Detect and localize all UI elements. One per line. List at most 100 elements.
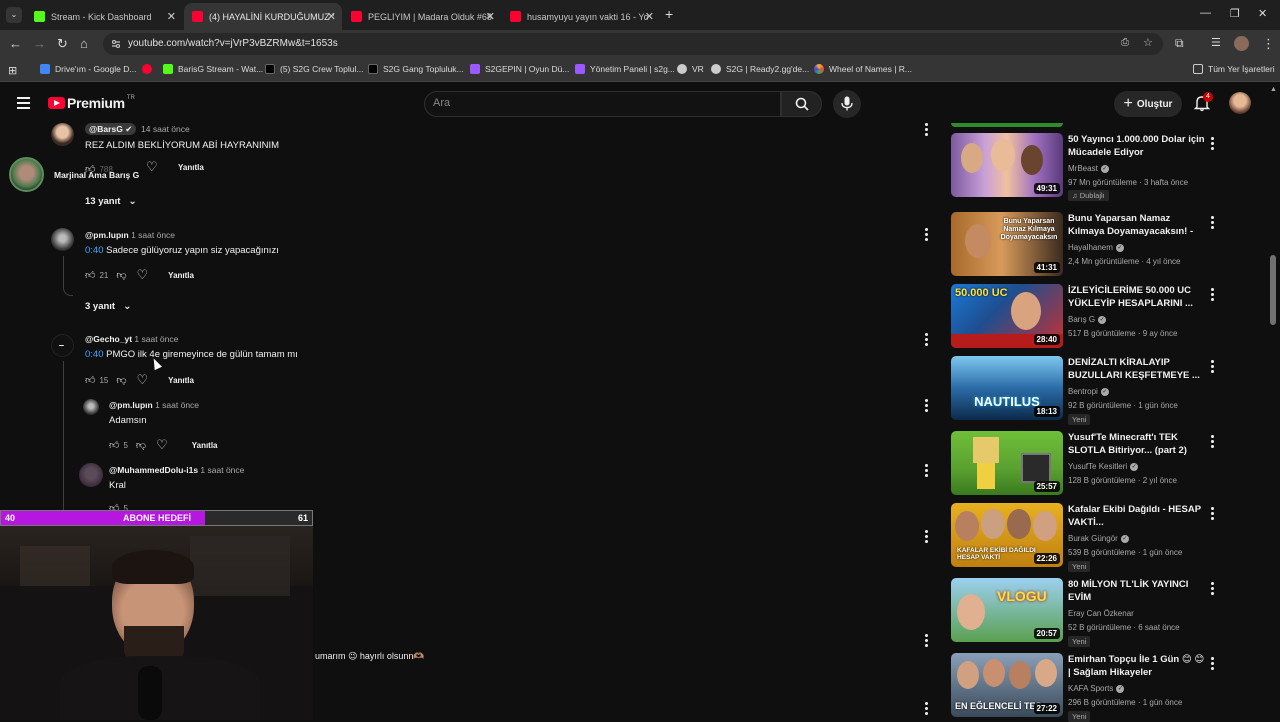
bookmark-s2g-gang[interactable]: S2G Gang Topluluk... (368, 64, 464, 74)
thumbs-up-icon[interactable]: 👍︎ (85, 269, 95, 281)
video-channel[interactable]: Barış G ✓ (1068, 315, 1107, 324)
thumbs-up-icon[interactable]: 👍︎ (85, 374, 95, 386)
heart-icon[interactable]: ♡ (137, 267, 149, 283)
reading-list-icon[interactable]: ☰ (1211, 36, 1221, 49)
comment-avatar[interactable] (83, 399, 99, 415)
related-video[interactable]: KAFALAR EKİBİ DAĞILDI HESAP VAKTİ 22:26 … (951, 503, 1251, 572)
tab-search-button[interactable]: ⌄ (6, 7, 22, 23)
search-input[interactable] (433, 97, 763, 109)
video-title[interactable]: Yusuf'Te Minecraft'ı TEK SLOTLA Bitiriyo… (1068, 432, 1208, 457)
tab-kick-dashboard[interactable]: Stream - Kick Dashboard ✕ (26, 3, 182, 30)
video-more-icon[interactable] (1211, 657, 1215, 672)
related-video[interactable]: Bunu Yaparsan Namaz Kılmaya Doyamayacaks… (951, 212, 1251, 278)
close-icon[interactable]: ✕ (327, 10, 336, 23)
bookmark-ready2gg[interactable]: S2G | Ready2.gg'de... (711, 64, 809, 74)
comment-avatar[interactable] (51, 123, 74, 146)
new-tab-button[interactable]: + (665, 6, 673, 22)
forward-icon[interactable]: → (33, 36, 46, 51)
video-thumbnail[interactable]: KAFALAR EKİBİ DAĞILDI HESAP VAKTİ 22:26 (951, 503, 1063, 567)
video-title[interactable]: 80 MİLYON TL'LİK YAYINCI EVİM (1068, 579, 1208, 604)
replies-toggle[interactable]: 3 yanıt ⌄ (85, 301, 132, 312)
tab-husamyuyu[interactable]: husamyuyu yayın vakti 16 - Yo ✕ (502, 3, 660, 30)
menu-icon[interactable] (17, 97, 30, 112)
comment-author-handle[interactable]: @pm.lupın (85, 230, 129, 240)
page-scrollbar[interactable] (1270, 255, 1276, 325)
related-video[interactable]: 50.000 UC 28:40 İZLEYİCİLERİME 50.000 UC… (951, 284, 1251, 350)
bookmark-yonetim-paneli[interactable]: Yönetim Paneli | s2g... (575, 64, 675, 74)
video-channel[interactable]: MrBeast ✓ (1068, 164, 1109, 173)
search-button[interactable] (781, 91, 822, 117)
comment-more-icon[interactable] (925, 399, 929, 414)
thumbs-up-icon[interactable]: 👍︎ (109, 439, 119, 451)
video-thumbnail[interactable]: NAUTILUS 18:13 (951, 356, 1063, 420)
comment-avatar[interactable] (51, 228, 74, 251)
comment-author-handle[interactable]: @BarsG ✔ (85, 123, 137, 135)
video-more-icon[interactable] (1211, 507, 1215, 522)
bookmark-youtube[interactable] (142, 64, 157, 74)
comment-avatar[interactable]: – (51, 334, 74, 357)
video-more-icon[interactable] (1211, 137, 1215, 152)
video-more-icon[interactable] (1211, 582, 1215, 597)
create-button[interactable]: + Oluştur (1114, 91, 1182, 117)
apps-icon[interactable]: ⊞ (8, 64, 17, 77)
comment-more-icon[interactable] (925, 702, 929, 717)
related-video[interactable]: 25:57 Yusuf'Te Minecraft'ı TEK SLOTLA Bi… (951, 431, 1251, 497)
comment-author-handle[interactable]: @MuhammedDolu-i1s (109, 465, 198, 475)
video-channel[interactable]: Bentropi ✓ (1068, 387, 1109, 396)
video-channel[interactable]: Burak Güngör ✓ (1068, 534, 1129, 543)
video-title[interactable]: DENİZALTI KİRALAYIP BUZULLARI KEŞFETMEYE… (1068, 357, 1208, 382)
comment-author-handle[interactable]: @pm.lupın (109, 400, 153, 410)
bookmark-vr[interactable]: VR (677, 64, 704, 74)
video-title[interactable]: 50 Yayıncı 1.000.000 Dolar için Mücadele… (1068, 134, 1208, 159)
account-avatar[interactable] (1229, 92, 1251, 114)
video-more-icon[interactable] (1211, 360, 1215, 375)
comment-more-icon[interactable] (925, 634, 929, 649)
site-info-icon[interactable] (111, 39, 121, 49)
youtube-premium-logo[interactable]: Premium TR (48, 95, 135, 111)
related-video[interactable]: EN EĞLENCELİ TES 27:22 Emirhan Topçu İle… (951, 653, 1251, 722)
omnibox[interactable]: youtube.com/watch?v=jVrP3vBZRMw&t=1653s … (103, 33, 1163, 55)
bookmark-star-icon[interactable]: ☆ (1143, 36, 1153, 49)
home-icon[interactable]: ⌂ (80, 36, 88, 51)
reply-button[interactable]: Yanıtla (178, 163, 204, 172)
bookmark-drive[interactable]: Drive'ım - Google D... (40, 64, 136, 74)
restore-icon[interactable]: ❐ (1230, 7, 1240, 20)
tab-youtube-active[interactable]: (4) HAYALİNİ KURDUĞUMUZ Y ✕ (184, 3, 342, 30)
video-title[interactable]: Bunu Yaparsan Namaz Kılmaya Doyamayacaks… (1068, 213, 1208, 238)
video-title[interactable]: İZLEYİCİLERİME 50.000 UC YÜKLEYİP HESAPL… (1068, 285, 1208, 310)
close-window-icon[interactable]: ✕ (1258, 7, 1267, 20)
heart-icon[interactable]: ♡ (156, 437, 168, 453)
reload-icon[interactable]: ↻ (57, 36, 68, 52)
comment-more-icon[interactable] (925, 228, 929, 243)
thumbs-down-icon[interactable]: 👎︎ (116, 374, 126, 386)
video-more-icon[interactable] (1211, 216, 1215, 231)
video-channel[interactable]: YusufTe Kesitleri ✓ (1068, 462, 1139, 471)
comment-more-icon[interactable] (925, 123, 929, 138)
all-bookmarks[interactable]: Tüm Yer İşaretleri (1193, 64, 1275, 74)
related-video[interactable]: 49:31 50 Yayıncı 1.000.000 Dolar için Mü… (951, 133, 1251, 201)
related-video[interactable]: VLOGU 20:57 80 MİLYON TL'LİK YAYINCI EVİ… (951, 578, 1251, 647)
heart-icon[interactable]: ♡ (137, 372, 149, 388)
comment-more-icon[interactable] (925, 464, 929, 479)
minimize-icon[interactable]: — (1200, 7, 1211, 19)
profile-avatar[interactable] (1234, 36, 1249, 51)
comment-more-icon[interactable] (925, 530, 929, 545)
more-vertical-icon[interactable]: ⋮ (1262, 36, 1275, 52)
video-thumbnail[interactable]: VLOGU 20:57 (951, 578, 1063, 642)
video-channel[interactable]: Eray Can Özkenar (1068, 609, 1134, 618)
comment-avatar[interactable] (79, 463, 103, 487)
scroll-up-icon[interactable]: ▲ (1270, 86, 1277, 93)
comment-more-icon[interactable] (925, 333, 929, 348)
timestamp-link[interactable]: 0:40 (85, 245, 104, 256)
back-icon[interactable]: ← (9, 36, 22, 51)
video-thumbnail[interactable]: 50.000 UC 28:40 (951, 284, 1063, 348)
video-channel[interactable]: KAFA Sports ✓ (1068, 684, 1125, 693)
tab-pegliyim[interactable]: PEGLIYIM | Madara Olduk #68 ✕ (343, 3, 501, 30)
close-icon[interactable]: ✕ (645, 10, 654, 23)
video-title[interactable]: Kafalar Ekibi Dağıldı - HESAP VAKTİ... (1068, 504, 1208, 529)
thumbs-down-icon[interactable]: 👎︎ (136, 439, 146, 451)
reply-button[interactable]: Yanıtla (168, 376, 194, 385)
heart-icon[interactable]: ♡ (146, 159, 158, 175)
video-thumbnail[interactable]: 49:31 (951, 133, 1063, 197)
thumbs-down-icon[interactable]: 👎︎ (116, 269, 126, 281)
